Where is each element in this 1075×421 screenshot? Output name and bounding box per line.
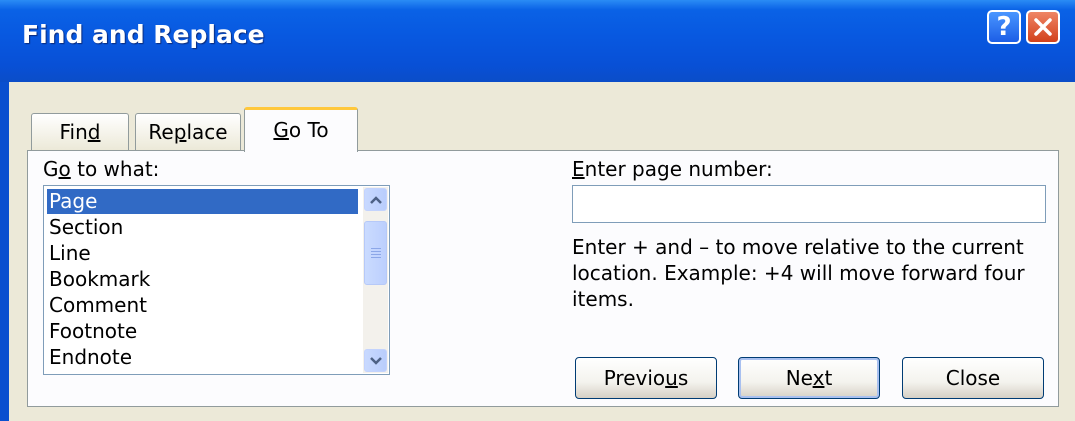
list-item-comment[interactable]: Comment (47, 293, 358, 318)
go-to-what-label-post: to what: (70, 157, 160, 181)
previous-label: Previo (603, 366, 666, 390)
list-item-section[interactable]: Section (47, 215, 358, 240)
go-to-what-label: Go to what: (43, 157, 159, 181)
listbox-scrollbar[interactable] (363, 187, 388, 373)
window-title: Find and Replace (22, 20, 265, 49)
next-label-rest: t (824, 366, 833, 390)
thumb-grip-line (371, 257, 381, 258)
find-replace-dialog: Find and Replace ? Find Replace Go To Go… (0, 0, 1075, 421)
go-to-what-mnemonic: o (58, 157, 71, 181)
close-window-button[interactable] (1026, 10, 1060, 44)
go-to-what-label-pre: G (43, 157, 59, 181)
tab-goto-mnemonic: G (273, 118, 289, 142)
chevron-up-icon (370, 196, 382, 204)
close-button[interactable]: Close (902, 357, 1044, 399)
tab-replace-mnemonic: p (173, 120, 187, 144)
help-button[interactable]: ? (987, 10, 1021, 44)
window-border (0, 82, 9, 421)
tab-replace[interactable]: Replace (135, 113, 241, 150)
list-item-bookmark[interactable]: Bookmark (47, 267, 358, 292)
window-border-inner (9, 82, 12, 421)
tab-replace-label: Re (148, 120, 174, 144)
tab-find[interactable]: Find (31, 113, 129, 150)
next-button[interactable]: Next (738, 357, 880, 399)
thumb-grip-line (371, 248, 381, 249)
question-mark-icon: ? (996, 12, 1012, 42)
page-number-input[interactable] (572, 185, 1046, 223)
previous-button[interactable]: Previous (575, 357, 717, 399)
list-item-line[interactable]: Line (47, 241, 358, 266)
next-mnemonic: x (812, 366, 825, 390)
list-item-page[interactable]: Page (47, 189, 358, 214)
scroll-up-button[interactable] (364, 188, 387, 211)
list-item-endnote[interactable]: Endnote (47, 345, 358, 370)
page-label-mnemonic: E (572, 157, 585, 181)
next-label: Ne (785, 366, 813, 390)
enter-page-number-label: Enter page number: (572, 157, 773, 181)
tab-replace-label-rest: lace (186, 120, 228, 144)
tab-goto-label-rest: o To (288, 118, 329, 142)
thumb-grip-line (371, 251, 381, 252)
previous-mnemonic: u (665, 366, 678, 390)
help-text: Enter + and – to move relative to the cu… (572, 235, 1025, 311)
chevron-down-icon (370, 357, 382, 365)
close-x-icon (1034, 18, 1052, 36)
tab-go-to[interactable]: Go To (244, 107, 358, 152)
list-item-footnote[interactable]: Footnote (47, 319, 358, 344)
title-bar[interactable]: Find and Replace ? (0, 0, 1075, 82)
page-label-post: nter page number: (584, 157, 773, 181)
tab-find-mnemonic: d (87, 120, 101, 144)
scroll-down-button[interactable] (364, 349, 387, 372)
thumb-grip-line (371, 254, 381, 255)
previous-label-rest: s (677, 366, 689, 390)
go-to-what-listbox[interactable]: Page Section Line Bookmark Comment Footn… (43, 185, 390, 375)
tab-find-label: Fin (59, 120, 88, 144)
scroll-thumb[interactable] (364, 221, 387, 285)
